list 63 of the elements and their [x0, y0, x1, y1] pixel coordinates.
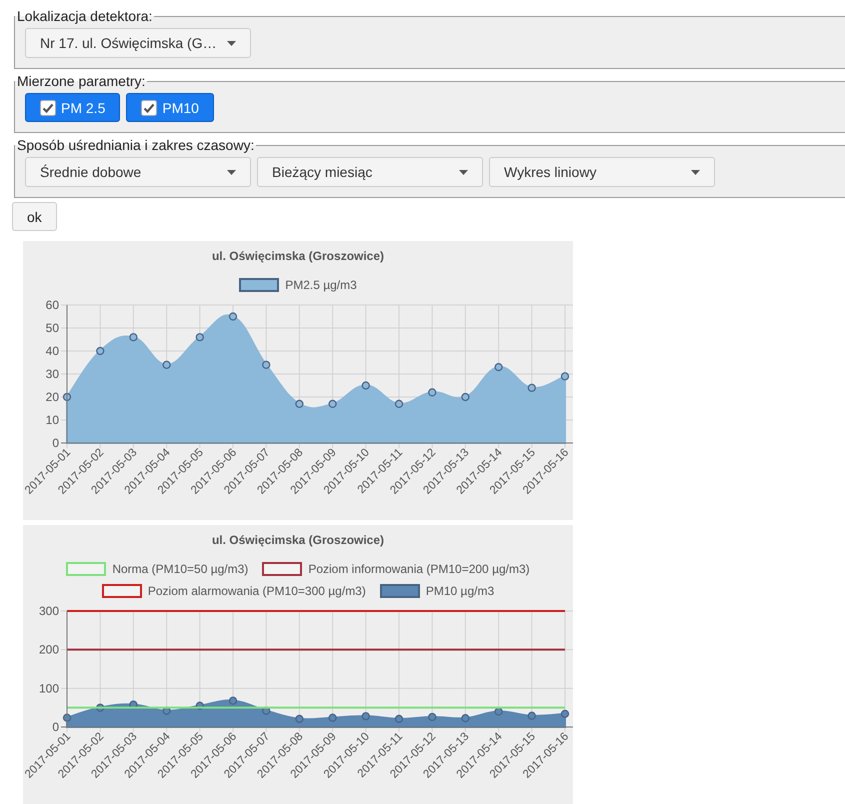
ok-button[interactable]: ok	[12, 202, 57, 231]
point	[528, 384, 536, 392]
caret-icon	[227, 170, 236, 174]
legend-label: PM2.5 µg/m3	[285, 278, 357, 292]
checkbox-icon	[141, 100, 158, 116]
axis-tick-label: 30	[46, 367, 59, 381]
legend-label: PM10 µg/m3	[426, 584, 494, 598]
point	[328, 714, 337, 722]
point	[394, 400, 404, 408]
axis-tick-label: 60	[46, 299, 59, 312]
axis-tick-label: 10	[46, 413, 59, 427]
dropdown[interactable]: Średnie dobowe	[25, 157, 251, 187]
point	[295, 400, 304, 408]
point	[262, 360, 270, 369]
caret-icon	[227, 40, 236, 46]
point	[295, 714, 304, 723]
axis-tick-label: 100	[38, 681, 59, 696]
axis-tick-label: 0	[52, 436, 59, 450]
point	[228, 696, 238, 705]
axis-tick-label: 200	[38, 642, 59, 657]
point	[560, 372, 570, 380]
fieldset-legend: Lokalizacja detektora:	[15, 8, 154, 24]
axis-tick-label: 20	[46, 390, 59, 404]
axis-tick-label: 40	[46, 344, 59, 358]
point	[196, 333, 204, 342]
legend-item[interactable]: PM2.5 µg/m3	[239, 277, 357, 293]
point	[129, 333, 138, 342]
point	[428, 388, 436, 396]
point	[228, 312, 238, 321]
axis-tick-label: 0	[52, 720, 59, 734]
chart-title: ul. Oświęcimska (Groszowice)	[212, 533, 384, 549]
legend-item[interactable]: Norma (PM10=50 µg/m3)	[66, 561, 248, 577]
point	[528, 712, 536, 720]
legend-label: Poziom alarmowania (PM10=300 µg/m3)	[148, 584, 366, 598]
point	[394, 714, 404, 723]
fieldset-legend: Sposób uśredniania i zakres czasowy:	[15, 137, 256, 153]
toggle-button[interactable]: PM 2.5	[25, 93, 120, 122]
dropdown[interactable]: Nr 17. ul. Oświęcimska (G…	[25, 28, 251, 58]
dropdown[interactable]: Bieżący miesiąc	[257, 157, 483, 187]
checkbox-icon	[40, 100, 56, 116]
toggle-button[interactable]: PM10	[126, 93, 214, 122]
point	[560, 710, 570, 718]
legend-label: Poziom informowania (PM10=200 µg/m3)	[308, 562, 530, 576]
point	[362, 712, 370, 720]
legend-item[interactable]: Poziom alarmowania (PM10=300 µg/m3)	[102, 583, 366, 599]
legend-item[interactable]: PM10 µg/m3	[380, 583, 494, 599]
point	[162, 360, 171, 369]
fieldset-legend: Mierzone parametry:	[15, 73, 148, 89]
point	[328, 400, 337, 408]
legend-label: Norma (PM10=50 µg/m3)	[112, 562, 248, 576]
chart-title: ul. Oświęcimska (Groszowice)	[212, 249, 384, 265]
point	[362, 381, 370, 390]
legend-item[interactable]: Poziom informowania (PM10=200 µg/m3)	[262, 561, 530, 577]
point	[461, 714, 470, 722]
caret-icon	[691, 170, 700, 174]
dropdown[interactable]: Wykres liniowy	[489, 157, 715, 187]
axis-tick-label: 50	[46, 321, 59, 335]
point	[461, 392, 470, 402]
point	[428, 712, 436, 722]
point	[494, 363, 503, 372]
point	[96, 346, 104, 356]
caret-icon	[459, 170, 468, 174]
axis-tick-label: 300	[38, 605, 59, 618]
